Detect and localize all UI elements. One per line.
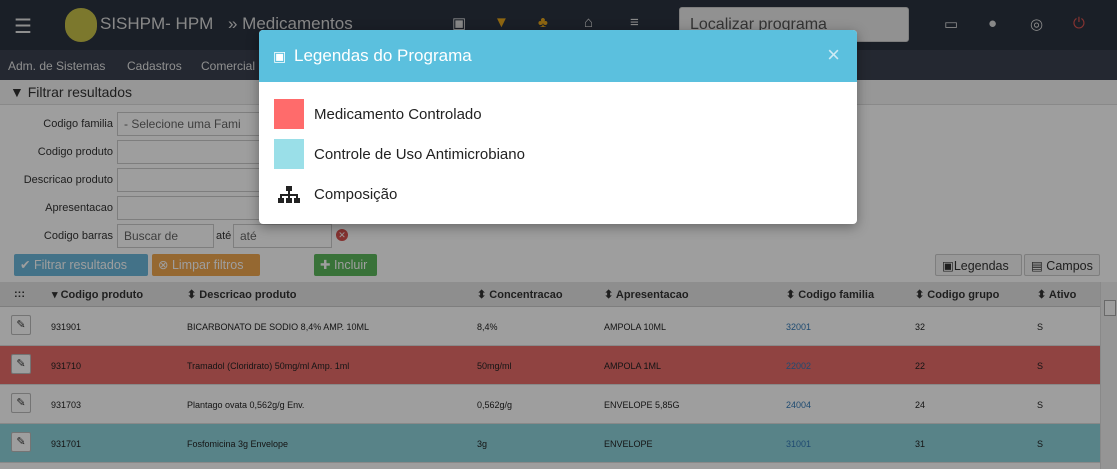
legend-swatch-cyan — [274, 139, 304, 169]
sitemap-icon — [278, 186, 300, 203]
legend-modal: ▣ Legendas do Programa × Medicamento Con… — [259, 30, 857, 224]
legend-label: Composição — [314, 186, 398, 203]
close-icon[interactable]: × — [827, 42, 840, 68]
legend-swatch-red — [274, 99, 304, 129]
legend-label: Medicamento Controlado — [314, 106, 482, 123]
legend-item-composicao: Composição — [274, 179, 834, 209]
modal-title: Legendas do Programa — [294, 46, 472, 65]
legend-book-icon: ▣ — [273, 48, 287, 64]
modal-header: ▣ Legendas do Programa × — [259, 30, 857, 82]
legend-item-antimicrobiano: Controle de Uso Antimicrobiano — [274, 139, 834, 169]
legend-label: Controle de Uso Antimicrobiano — [314, 146, 525, 163]
legend-item-controlado: Medicamento Controlado — [274, 99, 834, 129]
